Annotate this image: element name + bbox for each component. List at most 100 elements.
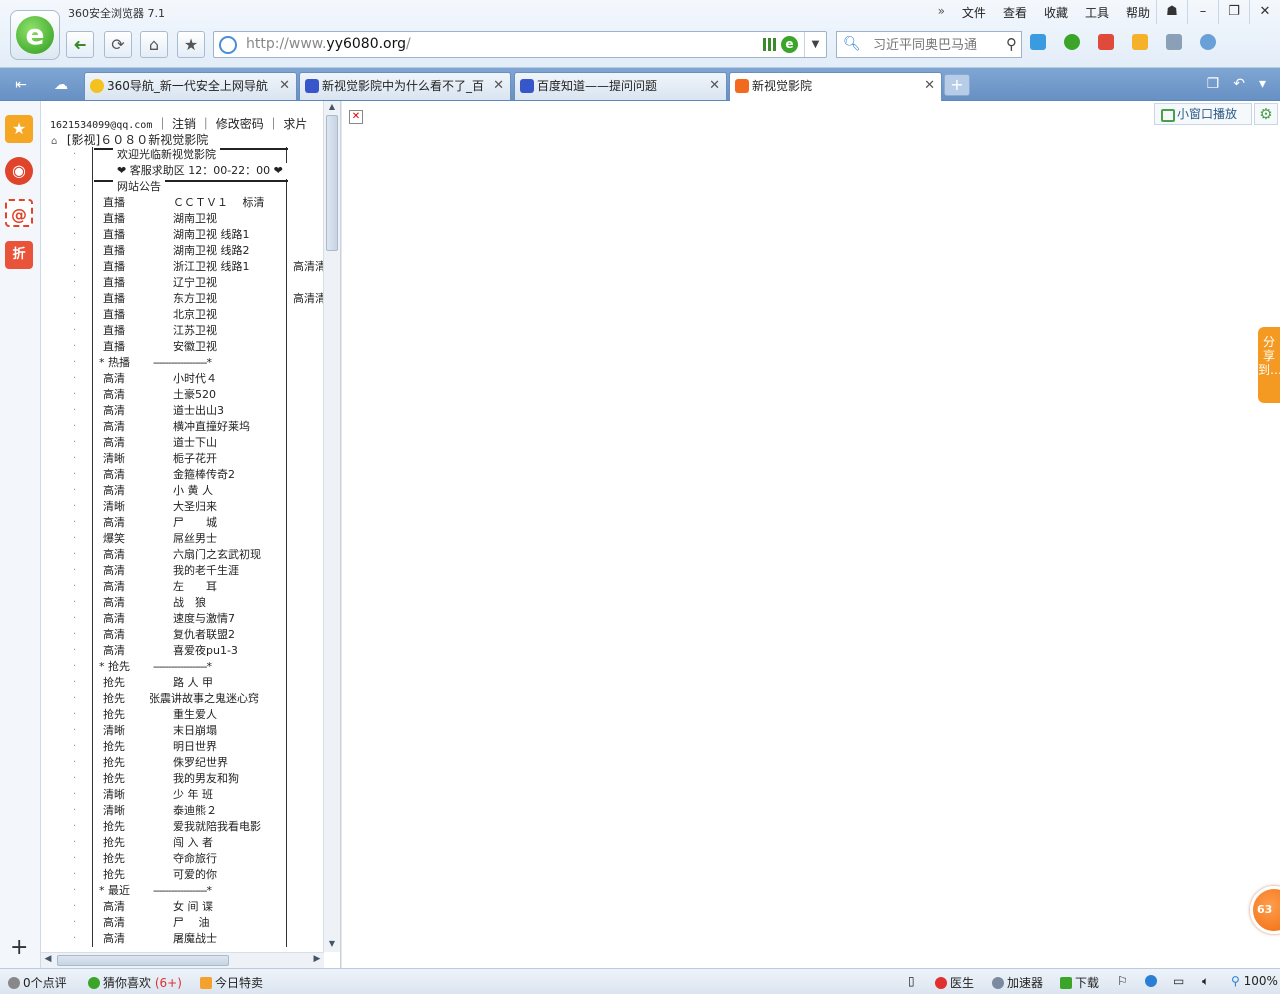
tree-item[interactable]: · 直播 辽宁卫视 [73, 275, 324, 291]
browser-logo-icon[interactable]: e [10, 10, 60, 60]
title-link[interactable]: 栀子花开 [173, 451, 217, 467]
title-link[interactable]: 尸 城 [173, 515, 217, 531]
tree-item[interactable]: · 高清 我的老千生涯 [73, 563, 324, 579]
screenshot-icon[interactable] [1132, 34, 1148, 50]
tree-item[interactable]: · 直播 北京卫视 [73, 307, 324, 323]
title-link[interactable]: 女 间 谍 [173, 899, 213, 915]
refresh-button[interactable]: ⟳ [104, 31, 132, 58]
zoom-status[interactable]: ⚲ 100% [1231, 974, 1278, 988]
tree-item[interactable]: · 清晰 大圣归来 [73, 499, 324, 515]
tree-item[interactable]: · 抢先 重生爱人 [73, 707, 324, 723]
title-link[interactable]: 江苏卫视 [173, 323, 217, 339]
title-link[interactable]: 东方卫视 [173, 291, 217, 307]
title-link[interactable]: 屠魔战士 [173, 931, 217, 947]
gear-icon[interactable]: ⚙ [1254, 103, 1278, 125]
title-link[interactable]: 辽宁卫视 [173, 275, 217, 291]
scroll-thumb[interactable] [326, 115, 338, 251]
title-link[interactable]: 横冲直撞好莱坞 [173, 419, 250, 435]
tree-item[interactable]: · 高清 六扇门之玄武初现 [73, 547, 324, 563]
doctor-status[interactable]: 医生 [935, 974, 974, 991]
volume-icon[interactable]: 🔈︎ [1202, 974, 1209, 989]
title-link[interactable]: 金箍棒传奇2 [173, 467, 235, 483]
sidebar-add-icon[interactable]: + [10, 935, 28, 960]
title-link[interactable]: 可爱的你 [173, 867, 217, 883]
tree-item[interactable]: · 清晰 栀子花开 [73, 451, 324, 467]
title-link[interactable]: 路 人 甲 [173, 675, 213, 691]
ie-status-icon[interactable] [1145, 974, 1160, 988]
mobile-icon[interactable]: ▯ [908, 974, 915, 988]
title-link[interactable]: 泰迪熊２ [173, 803, 217, 819]
tab-close-icon[interactable]: ✕ [709, 73, 720, 99]
title-link[interactable]: 夺命旅行 [173, 851, 217, 867]
title-link[interactable]: ＣＣＴＶ１ 标清 [173, 195, 265, 211]
tree-item[interactable]: · 高清 女 间 谍 [73, 899, 324, 915]
title-link[interactable]: 复仇者联盟2 [173, 627, 235, 643]
deals-status[interactable]: 今日特卖 [200, 974, 263, 991]
tree-item[interactable]: · 抢先 爱我就陪我看电影 [73, 819, 324, 835]
tree-item[interactable]: · 清晰 少 年 班 [73, 787, 324, 803]
sidebar-toggle-icon[interactable]: ⇤ [8, 75, 34, 95]
mail-icon[interactable]: @ [5, 199, 33, 227]
apps-icon[interactable] [1030, 34, 1046, 50]
tree-item[interactable]: · 高清 屠魔战士 [73, 931, 324, 947]
tree-item[interactable]: · 高清 土豪520 [73, 387, 324, 403]
tree-item[interactable]: · 高清 战 狼 [73, 595, 324, 611]
title-link[interactable]: 爱我就陪我看电影 [173, 819, 261, 835]
title-link[interactable]: 湖南卫视 [173, 211, 217, 227]
tree-item[interactable]: · 抢先 明日世界 [73, 739, 324, 755]
mini-window-play-button[interactable]: 小窗口播放 [1154, 103, 1252, 125]
window-list-icon[interactable]: ❐ [1207, 76, 1220, 92]
tree-item[interactable]: · 高清 喜爱夜pu1-3 [73, 643, 324, 659]
tab-baidu-question[interactable]: 新视觉影院中为什么看不了_百 ✕ [299, 72, 511, 100]
hscroll-thumb[interactable] [57, 955, 229, 966]
discount-icon[interactable]: 折 [5, 241, 33, 269]
menu-favorites[interactable]: 收藏 [1044, 4, 1068, 21]
title-link[interactable]: 尸 油 [173, 915, 210, 931]
screen-icon[interactable]: ▭ [1173, 974, 1184, 988]
qrcode-icon[interactable] [763, 38, 776, 51]
tree-item[interactable]: · 抢先 侏罗纪世界 [73, 755, 324, 771]
menu-tools[interactable]: 工具 [1085, 4, 1109, 21]
tree-item[interactable]: · 高清 左 耳 [73, 579, 324, 595]
undo-close-icon[interactable]: ↶ [1233, 76, 1245, 92]
accelerator-status[interactable]: 加速器 [992, 974, 1043, 991]
tab-close-icon[interactable]: ✕ [493, 73, 504, 99]
title-link[interactable]: 战 狼 [173, 595, 206, 611]
menu-more-icon[interactable]: » [938, 4, 945, 21]
title-link[interactable]: 侏罗纪世界 [173, 755, 228, 771]
search-input[interactable] [873, 35, 993, 55]
title-link[interactable]: 张震讲故事之鬼迷心窍 [149, 691, 259, 707]
compat-mode-icon[interactable]: e [781, 36, 798, 53]
tab-menu-icon[interactable]: ▾ [1259, 76, 1266, 92]
title-link[interactable]: 道士下山 [173, 435, 217, 451]
title-link[interactable]: 速度与激情7 [173, 611, 235, 627]
tree-item[interactable]: · 抢先 可爱的你 [73, 867, 324, 883]
title-link[interactable]: 重生爱人 [173, 707, 217, 723]
tree-item[interactable]: · 直播 ＣＣＴＶ１ 标清 [73, 195, 324, 211]
restore-button[interactable]: ❐ [1218, 0, 1249, 24]
tree-item[interactable]: · 高清 小 黄 人 [73, 483, 324, 499]
title-link[interactable]: 湖南卫视 线路1 [173, 227, 250, 243]
title-link[interactable]: 北京卫视 [173, 307, 217, 323]
tree-item[interactable]: · 直播 湖南卫视 线路2 [73, 243, 324, 259]
cloud-icon[interactable]: ☁ [48, 75, 74, 95]
tree-item[interactable]: · 直播 安徽卫视 [73, 339, 324, 355]
title-link[interactable]: 小 黄 人 [173, 483, 213, 499]
tree-item[interactable]: · 高清 道士出山3 [73, 403, 324, 419]
title-link[interactable]: 湖南卫视 线路2 [173, 243, 250, 259]
tree-item[interactable]: · 抢先 夺命旅行 [73, 851, 324, 867]
weibo-icon[interactable]: ◉ [5, 157, 33, 185]
tree-root[interactable]: ⌂ [影视]６０８０新视觉影院 [51, 131, 208, 148]
frame-vertical-scrollbar[interactable]: ▲ ▼ [323, 101, 340, 952]
flag-icon[interactable]: ⚐ [1117, 974, 1128, 988]
guess-like-status[interactable]: 猜你喜欢 (6+) [88, 974, 182, 991]
tree-item[interactable]: · 抢先 路 人 甲 [73, 675, 324, 691]
scroll-left-icon[interactable]: ◀ [42, 954, 54, 964]
floating-badge[interactable]: 63 [1250, 886, 1280, 934]
scroll-right-icon[interactable]: ▶ [311, 954, 323, 964]
tree-item[interactable]: · 高清 道士下山 [73, 435, 324, 451]
image-icon[interactable] [1166, 34, 1182, 50]
home-button[interactable]: ⌂ [140, 31, 168, 58]
tab-close-icon[interactable]: ✕ [279, 73, 290, 99]
user-icon[interactable] [1200, 34, 1216, 50]
